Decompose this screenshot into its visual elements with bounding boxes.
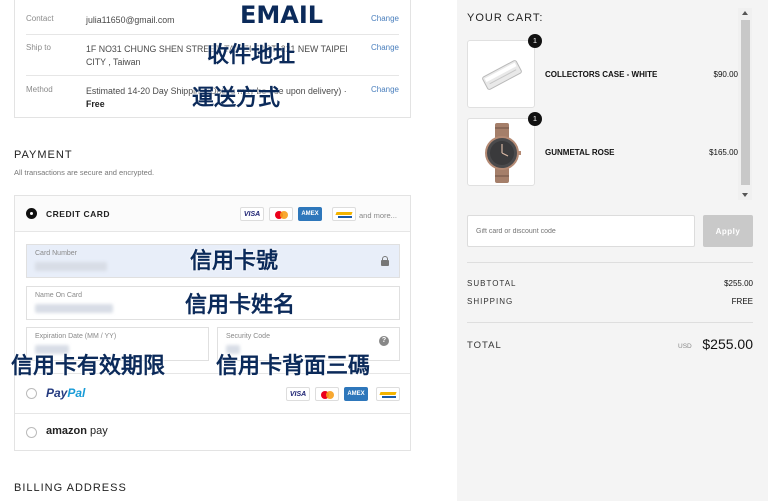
item-name: COLLECTORS CASE - WHITE <box>545 70 658 79</box>
overlay-email: EMAIL <box>240 1 324 29</box>
ship-to-label: Ship to <box>26 43 51 52</box>
total-value: $255.00 <box>702 336 753 352</box>
product-thumbnail <box>467 40 535 108</box>
name-on-card-label: Name On Card <box>35 292 83 299</box>
watch-image <box>485 123 521 183</box>
shipping-label: SHIPPING <box>467 297 514 306</box>
overlay-card-cvv: 信用卡背面三碼 <box>216 354 371 379</box>
scroll-down-icon[interactable] <box>742 193 748 197</box>
paypal-logo-pal: Pal <box>67 386 86 400</box>
apply-button[interactable]: Apply <box>703 215 753 247</box>
method-label: Method <box>26 85 53 94</box>
cart-title: YOUR CART: <box>467 12 544 24</box>
subtotal-value: $255.00 <box>724 279 753 288</box>
currency-label: USD <box>678 343 692 350</box>
discount-code-input[interactable] <box>467 215 695 247</box>
help-icon[interactable]: ? <box>379 336 389 346</box>
divider <box>467 262 753 263</box>
overlay-shipping-method: 運送方式 <box>192 86 281 111</box>
shipping-value: FREE <box>731 297 753 306</box>
security-code-label: Security Code <box>226 333 270 340</box>
paypal-radio[interactable] <box>26 388 37 399</box>
overlay-card-name: 信用卡姓名 <box>185 293 296 318</box>
amazon-logo-amazon: amazon <box>46 425 87 437</box>
item-price: $165.00 <box>709 148 738 157</box>
card-brand-icon <box>376 387 400 401</box>
overlay-card-expiry: 信用卡有效期限 <box>11 354 166 379</box>
credit-card-radio[interactable] <box>26 208 37 219</box>
cart-item: 1 COLLECTORS CASE - WHITE $90.00 <box>467 34 738 108</box>
card-brand-icon <box>332 207 356 221</box>
scroll-up-icon[interactable] <box>742 11 748 15</box>
visa-icon: VISA <box>240 207 264 221</box>
divider <box>26 75 399 76</box>
checkout-main: Contact julia11650@gmail.com Change Ship… <box>0 0 457 501</box>
divider <box>467 322 753 323</box>
quantity-badge: 1 <box>528 112 542 126</box>
cart-sidebar: YOUR CART: 1 COLLECTORS CASE - WHITE $90… <box>457 0 768 501</box>
collectors-case-image <box>482 60 522 90</box>
item-name: GUNMETAL ROSE <box>545 148 615 157</box>
overlay-card-number: 信用卡號 <box>190 249 279 274</box>
contact-label: Contact <box>26 14 54 23</box>
item-price: $90.00 <box>713 70 738 79</box>
cart-scrollbar[interactable] <box>738 8 752 200</box>
overlay-address: 收件地址 <box>207 43 296 68</box>
amex-icon: AMEX <box>298 207 322 221</box>
quantity-badge: 1 <box>528 34 542 48</box>
amazon-pay-radio[interactable] <box>26 427 37 438</box>
payment-subtitle: All transactions are secure and encrypte… <box>14 168 155 177</box>
divider <box>26 34 399 35</box>
cart-item: 1 GUNMETAL ROSE $165.00 <box>467 112 738 186</box>
paypal-logo: PayPal <box>46 386 85 400</box>
mastercard-icon <box>269 207 293 221</box>
card-number-masked <box>35 262 107 271</box>
product-thumbnail <box>467 118 535 186</box>
card-number-label: Card Number <box>35 250 78 257</box>
visa-icon: VISA <box>286 387 310 401</box>
billing-address-title: BILLING ADDRESS <box>14 482 127 494</box>
change-address-link[interactable]: Change <box>371 43 399 52</box>
payment-methods: CREDIT CARD VISA AMEX and more... Card N… <box>14 195 411 451</box>
mastercard-icon <box>315 387 339 401</box>
credit-card-option[interactable]: CREDIT CARD VISA AMEX and more... <box>15 196 410 232</box>
amex-icon: AMEX <box>344 387 368 401</box>
total-label: TOTAL <box>467 340 502 351</box>
expiration-label: Expiration Date (MM / YY) <box>35 333 117 340</box>
lock-icon <box>381 256 389 266</box>
credit-card-label: CREDIT CARD <box>46 209 111 219</box>
amazon-logo-pay: pay <box>86 425 108 437</box>
amazon-pay-logo: amazon pay <box>46 425 108 437</box>
change-method-link[interactable]: Change <box>371 85 399 94</box>
amazon-pay-option[interactable]: amazon pay <box>15 413 410 451</box>
and-more-text: and more... <box>359 211 397 220</box>
subtotal-label: SUBTOTAL <box>467 279 517 288</box>
contact-value: julia11650@gmail.com <box>86 15 175 25</box>
scrollbar-thumb[interactable] <box>741 20 750 185</box>
payment-title: PAYMENT <box>14 149 73 161</box>
name-on-card-masked <box>35 304 113 313</box>
method-price: Free <box>86 99 105 109</box>
change-contact-link[interactable]: Change <box>371 14 399 23</box>
paypal-logo-pay: Pay <box>46 386 68 400</box>
